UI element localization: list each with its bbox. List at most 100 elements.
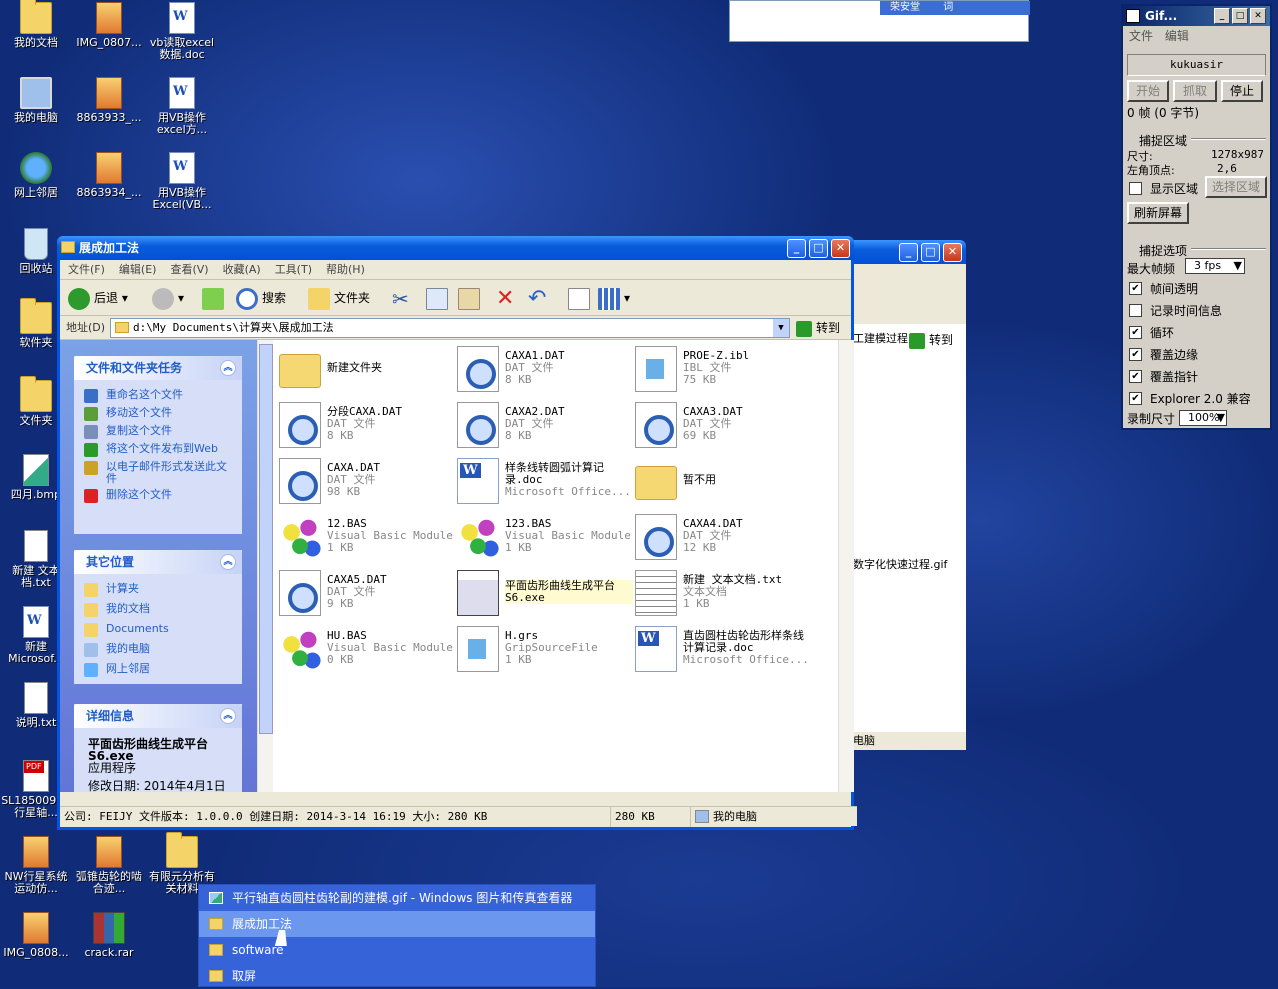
capture-button[interactable]: 抓取 (1173, 80, 1217, 102)
file-item[interactable]: CAXA1.DAT DAT 文件 8 KB (457, 346, 633, 402)
maximize-button[interactable]: □ (921, 243, 940, 262)
show-area-checkbox[interactable]: 显示区域 (1129, 180, 1198, 197)
gif-recorder-window[interactable]: Gif... _ □ ✕ 文件 编辑 kukuasir 开始 抓取 停止 0 帧… (1121, 4, 1272, 430)
desktop-icon[interactable]: 网上邻居 (0, 152, 72, 199)
tab-label[interactable]: 荣安堂 (890, 2, 920, 13)
file-item[interactable]: PROE-Z.ibl IBL 文件 75 KB (635, 346, 811, 402)
file-item[interactable]: 新建 文本文档.txt 文本文档 1 KB (635, 570, 811, 626)
task-link[interactable]: 移动这个文件 (74, 404, 242, 422)
minimize-button[interactable]: _ (787, 239, 806, 258)
menu-item[interactable]: 文件(F) (68, 263, 105, 276)
taskbar-menu-item[interactable]: 平行轴直齿圆柱齿轮副的建模.gif - Windows 图片和传真查看器 (199, 885, 595, 911)
option-checkbox[interactable]: ✔ 覆盖指针 (1129, 368, 1198, 385)
panel-header[interactable]: 文件和文件夹任务 ︽ (74, 356, 242, 380)
maximize-button[interactable]: □ (1232, 8, 1248, 24)
paste-button[interactable] (458, 286, 484, 310)
refresh-screen-button[interactable]: 刷新屏幕 (1127, 202, 1189, 224)
taskbar-menu-item[interactable]: 取屏 (199, 963, 595, 989)
file-item[interactable]: CAXA3.DAT DAT 文件 69 KB (635, 402, 811, 458)
menu-file[interactable]: 文件 (1129, 29, 1153, 43)
option-checkbox[interactable]: 记录时间信息 (1129, 302, 1222, 319)
file-item[interactable]: 新建文件夹 (279, 346, 455, 402)
copy-button[interactable] (426, 286, 452, 310)
menu-item[interactable]: 工具(T) (275, 263, 312, 276)
place-link[interactable]: 计算夹 (74, 580, 242, 600)
menu-item[interactable]: 帮助(H) (326, 263, 365, 276)
rec-size-select[interactable]: 100% ▼ (1179, 410, 1227, 426)
task-link[interactable]: 删除这个文件 (74, 486, 242, 504)
back-button[interactable]: 后退 ▾ (68, 286, 128, 310)
task-link[interactable]: 以电子邮件形式发送此文件 (74, 458, 242, 486)
task-link[interactable]: 复制这个文件 (74, 422, 242, 440)
desktop-icon[interactable]: 我的文档 (0, 0, 72, 49)
file-list-scrollbar[interactable] (838, 340, 854, 792)
search-button[interactable]: 搜索 (236, 286, 286, 310)
file-item[interactable]: CAXA2.DAT DAT 文件 8 KB (457, 402, 633, 458)
tab-label-2[interactable]: 词 (943, 2, 953, 13)
taskpane-scrollbar[interactable] (257, 340, 273, 792)
file-item[interactable]: 平面齿形曲线生成平台S6.exe (457, 570, 633, 626)
taskbar-menu-item[interactable]: 展成加工法 (199, 911, 595, 937)
dropdown-arrow-icon[interactable]: ▼ (773, 319, 789, 337)
forward-button[interactable]: ▾ (152, 286, 184, 310)
menu-item[interactable]: 编辑(E) (119, 263, 157, 276)
place-link[interactable]: 网上邻居 (74, 660, 242, 680)
file-item[interactable]: 直齿圆柱齿轮齿形样条线计算记录.docMicrosoft Office... (635, 626, 811, 682)
file-item[interactable]: 12.BAS Visual Basic Module 1 KB (279, 514, 455, 570)
collapse-icon[interactable]: ︽ (220, 360, 236, 376)
desktop-icon[interactable]: 8863934_... (73, 152, 145, 199)
file-item[interactable]: CAXA4.DAT DAT 文件 12 KB (635, 514, 811, 570)
option-checkbox[interactable]: ✔ Explorer 2.0 兼容 (1129, 390, 1251, 407)
file-label[interactable]: 数字化快速过程.gif (853, 556, 966, 572)
task-link[interactable]: 重命名这个文件 (74, 386, 242, 404)
minimize-button[interactable]: _ (1214, 8, 1230, 24)
go-button[interactable]: 转到 (796, 318, 840, 338)
menu-item[interactable]: 收藏(A) (223, 263, 261, 276)
option-checkbox[interactable]: ✔ 覆盖边缘 (1129, 346, 1198, 363)
panel-header[interactable]: 详细信息 ︽ (74, 704, 242, 728)
desktop-icon[interactable]: crack.rar (73, 912, 145, 959)
desktop-icon[interactable]: 8863933_... (73, 77, 145, 124)
file-item[interactable]: 样条线转圆弧计算记录.docMicrosoft Office... (457, 458, 633, 514)
delete-button[interactable]: ✕ (496, 286, 522, 310)
close-button[interactable]: ✕ (1250, 8, 1266, 24)
option-checkbox[interactable]: ✔ 帧间透明 (1129, 280, 1198, 297)
close-button[interactable]: ✕ (831, 239, 850, 258)
close-button[interactable]: ✕ (943, 243, 962, 262)
minimize-button[interactable]: _ (899, 243, 918, 262)
desktop-icon[interactable]: 弧锥齿轮的啮合迹... (73, 836, 145, 895)
file-item[interactable]: 分段CAXA.DAT DAT 文件 8 KB (279, 402, 455, 458)
folders-button[interactable]: 文件夹 (308, 286, 370, 310)
place-link[interactable]: 我的文档 (74, 600, 242, 620)
file-item[interactable]: CAXA5.DAT DAT 文件 9 KB (279, 570, 455, 626)
option-checkbox[interactable]: ✔ 循环 (1129, 324, 1174, 341)
desktop-icon[interactable]: vb读取excel数据.doc (146, 2, 218, 61)
go-button[interactable]: 转到 (909, 330, 953, 350)
collapse-icon[interactable]: ︽ (220, 708, 236, 724)
maximize-button[interactable]: □ (809, 239, 828, 258)
collapse-icon[interactable]: ︽ (220, 554, 236, 570)
desktop-icon[interactable]: 用VB操作Excel(VB... (146, 152, 218, 211)
menu-edit[interactable]: 编辑 (1165, 29, 1189, 43)
task-link[interactable]: 将这个文件发布到Web (74, 440, 242, 458)
taskbar-menu-item[interactable]: software (199, 937, 595, 963)
place-link[interactable]: Documents (74, 620, 242, 640)
desktop-icon[interactable]: 我的电脑 (0, 77, 72, 124)
desktop-icon[interactable]: IMG_0807... (73, 2, 145, 49)
panel-header[interactable]: 其它位置 ︽ (74, 550, 242, 574)
background-window-top[interactable]: 荣安堂 词 (729, 0, 1030, 42)
file-item[interactable]: CAXA.DAT DAT 文件 98 KB (279, 458, 455, 514)
explorer-window[interactable]: 展成加工法 _ □ ✕ 文件(F) 编辑(E) 查看(V) 收藏(A) 工具(T) 帮助(… (57, 236, 857, 830)
cut-button[interactable]: ✂ (392, 286, 418, 310)
desktop-icon[interactable]: IMG_0808... (0, 912, 72, 959)
views-button[interactable]: ▾ (598, 286, 630, 310)
stop-button[interactable]: 停止 (1221, 80, 1263, 102)
properties-button[interactable] (568, 286, 594, 310)
file-item[interactable]: H.grs GripSourceFile 1 KB (457, 626, 633, 682)
fps-select[interactable]: 3 fps ▼ (1185, 258, 1245, 274)
undo-button[interactable]: ↶ (528, 286, 554, 310)
menu-item[interactable]: 查看(V) (170, 263, 208, 276)
desktop-icon[interactable]: NW行星系统运动仿... (0, 836, 72, 895)
file-item[interactable]: 123.BAS Visual Basic Module 1 KB (457, 514, 633, 570)
place-link[interactable]: 我的电脑 (74, 640, 242, 660)
